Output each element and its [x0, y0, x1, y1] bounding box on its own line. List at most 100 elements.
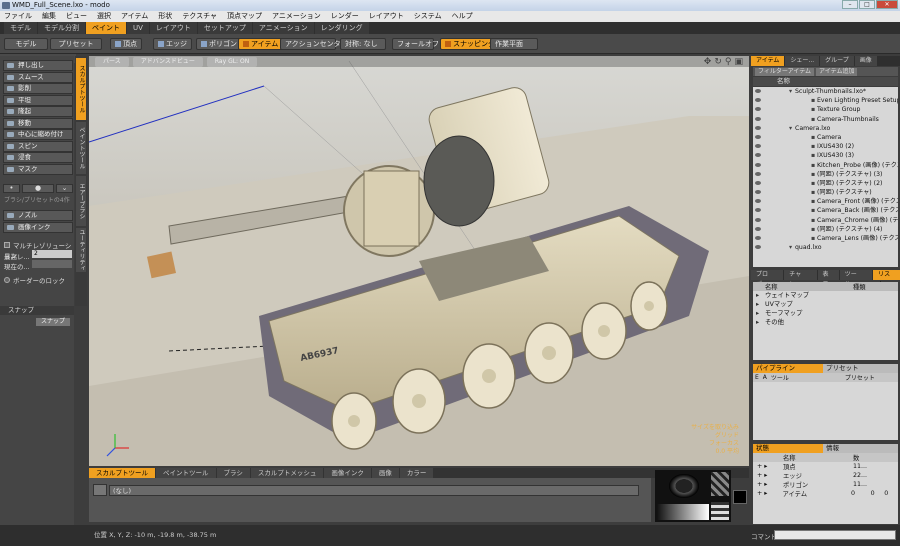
visibility-eye-icon[interactable] [755, 98, 761, 103]
layout-tab[interactable]: レイアウト [149, 22, 197, 34]
layout-tab[interactable]: セットアップ [197, 22, 252, 34]
close-icon[interactable]: ✕ [876, 0, 898, 9]
menu-item[interactable]: 選択 [97, 11, 111, 22]
tree-row[interactable]: ▪ (同距) (テクスチャ) (4) [753, 225, 898, 234]
visibility-eye-icon[interactable] [755, 226, 761, 231]
visibility-eye-icon[interactable] [755, 199, 761, 204]
panel-tab[interactable]: グループ [820, 56, 854, 66]
model-button[interactable]: モデル [4, 38, 48, 50]
tree-row[interactable]: ▪ Even Lighting Preset Setup [753, 96, 898, 105]
sculpt-tool-button[interactable]: スムース [3, 71, 73, 83]
tree-row[interactable]: ▪ (同距) (テクスチャ) (2) [753, 179, 898, 188]
visibility-eye-icon[interactable] [755, 107, 761, 112]
layout-tab[interactable]: UV [127, 22, 149, 34]
layout-tab[interactable]: レンダリング [314, 22, 369, 34]
menu-item[interactable]: システム [414, 11, 442, 22]
layout-tab[interactable]: アニメーション [252, 22, 314, 34]
command-input[interactable] [774, 530, 896, 540]
maximize-view-icon[interactable]: ▣ [734, 57, 743, 67]
list-row[interactable]: その他 [753, 318, 898, 327]
sculpt-tool-button[interactable]: 移動 [3, 117, 73, 129]
add-item-button[interactable]: アイテム追加 [816, 67, 858, 76]
ink-tool-button[interactable]: 画像インク [3, 222, 73, 233]
vertical-tab[interactable]: エアーブラシ [76, 176, 86, 226]
filter-items-dropdown[interactable]: フィルターアイテム [755, 67, 815, 76]
visibility-eye-icon[interactable] [755, 134, 761, 139]
snap-section-header[interactable]: スナップ [0, 306, 74, 315]
menu-item[interactable]: アイテム [121, 11, 148, 22]
tree-row[interactable]: ▪ Kitchen_Probe (画像) (テクス [753, 161, 898, 170]
current-level-input[interactable] [32, 260, 72, 268]
menu-item[interactable]: アニメーション [272, 11, 321, 22]
expand-plus-icon[interactable]: + ▸ [753, 463, 783, 470]
falloff-dropdown[interactable]: フォールオフ [392, 38, 439, 50]
tree-row[interactable]: ▾ quad.lxo [753, 243, 898, 252]
tree-row[interactable]: ▪ IXUS430 (3) [753, 151, 898, 160]
item-button[interactable]: アイテム [238, 38, 284, 50]
tree-row[interactable]: ▪ Camera_Back (画像) (テクス [753, 206, 898, 215]
sculpt-tool-button[interactable]: 平坦 [3, 94, 73, 106]
polygon-button[interactable]: ポリゴン [196, 38, 242, 50]
vertex-button[interactable]: 頂点 [110, 38, 142, 50]
visibility-eye-icon[interactable] [755, 125, 761, 130]
sculpt-tool-button[interactable]: マスク [3, 163, 73, 175]
small-dot-icon[interactable]: • [3, 183, 20, 193]
brush-color-swatch[interactable] [733, 490, 747, 504]
tree-row[interactable]: ▪ Camera-Thumbnails [753, 115, 898, 124]
sculpt-tool-button[interactable]: 中心に縮め付け [3, 129, 73, 140]
visibility-eye-icon[interactable] [755, 208, 761, 213]
tree-row[interactable]: ▾ Sculpt-Thumbnails.lxo* [753, 87, 898, 96]
menu-item[interactable]: ヘルプ [452, 11, 473, 22]
panel-tab[interactable]: 表示 [817, 270, 839, 288]
tree-row[interactable]: ▾ Camera.lxo [753, 124, 898, 133]
tree-row[interactable]: ▪ Camera [753, 133, 898, 142]
panel-tab[interactable]: ツール... [839, 270, 873, 288]
minimize-icon[interactable]: – [842, 0, 858, 9]
visibility-eye-icon[interactable] [755, 116, 761, 121]
tree-row[interactable]: ▪ Camera_Front (画像) (テクス [753, 197, 898, 206]
vertical-tab[interactable]: ユーティリティ [76, 228, 86, 272]
viewport-option[interactable]: パース [95, 57, 129, 67]
menu-item[interactable]: 形状 [158, 11, 172, 22]
sculpt-tool-button[interactable]: 隆起 [3, 106, 73, 117]
list-row[interactable]: モーフマップ [753, 309, 898, 318]
ink-tool-button[interactable]: ノズル [3, 210, 73, 221]
work-plane-dropdown[interactable]: 作業平面 [490, 38, 538, 50]
vertical-tab[interactable]: スカルプトツール [76, 58, 86, 120]
symmetry-dropdown[interactable]: 対称: なし [340, 38, 386, 50]
border-lock-radio[interactable] [4, 277, 10, 283]
menu-item[interactable]: ビュー [66, 11, 87, 22]
tree-row[interactable]: ▪ Camera_Lens (画像) (テクス [753, 234, 898, 243]
bottom-tab[interactable]: スカルプトメッシュ [250, 468, 324, 478]
visibility-eye-icon[interactable] [755, 180, 761, 185]
action-center-dropdown[interactable]: アクションセンター [280, 38, 348, 50]
expand-arrow-icon[interactable]: ▾ [789, 243, 792, 252]
layout-tab[interactable]: モデル分割 [38, 22, 85, 34]
tree-row[interactable]: ▪ IXUS430 (2) [753, 142, 898, 151]
panel-tab[interactable]: 画像 [854, 56, 877, 66]
visibility-eye-icon[interactable] [755, 144, 761, 149]
tree-row[interactable]: ▪ Texture Group [753, 105, 898, 114]
3d-viewport[interactable]: AB6937 パース アドバンスドビュー Ray GL: ON ✥ ↻ ⚲ ▣ サイ… [89, 56, 749, 466]
brush-dropdown-icon[interactable]: ⌄ [56, 183, 73, 193]
menu-item[interactable]: 頂点マップ [227, 11, 262, 22]
menu-item[interactable]: レンダー [331, 11, 359, 22]
expand-plus-icon[interactable]: + ▸ [753, 490, 782, 497]
expand-plus-icon[interactable]: + ▸ [753, 481, 783, 488]
bottom-tab[interactable]: ペイントツール [156, 468, 216, 478]
preset-button[interactable]: プリセット [50, 38, 102, 50]
menu-item[interactable]: 編集 [42, 11, 56, 22]
layout-tab[interactable]: ペイント [86, 22, 126, 34]
move-view-icon[interactable]: ✥ [704, 57, 712, 67]
visibility-eye-icon[interactable] [755, 162, 761, 167]
sculpt-tool-button[interactable]: 浸食 [3, 152, 73, 163]
list-row[interactable]: UVマップ [753, 300, 898, 309]
max-level-input[interactable]: 2 [32, 250, 72, 258]
visibility-eye-icon[interactable] [755, 245, 761, 250]
info-tab[interactable]: 情報 [823, 444, 898, 453]
layout-tab[interactable]: モデル [4, 22, 37, 34]
visibility-eye-icon[interactable] [755, 89, 761, 93]
panel-tab[interactable]: アイテム [751, 56, 785, 66]
panel-tab[interactable]: リスト [873, 270, 900, 288]
bottom-tab[interactable]: 画像インク [324, 468, 371, 478]
